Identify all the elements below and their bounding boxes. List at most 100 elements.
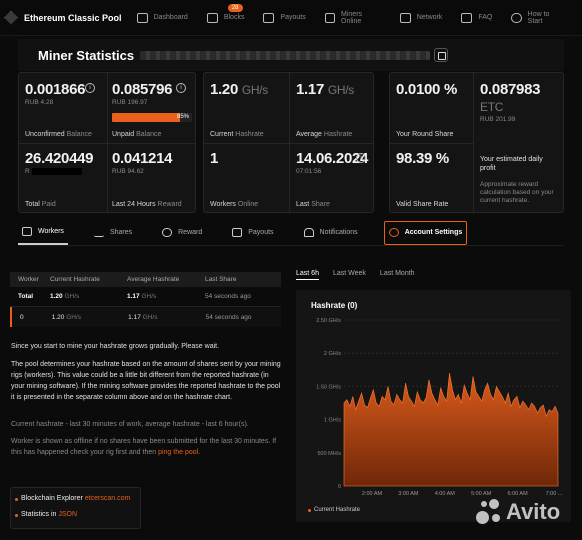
table-row[interactable]: 0 1.20 GH/s 1.17 GH/s 54 seconds ago [10,307,281,327]
x-tick-label: 3:00 AM [398,491,419,497]
label-text: Average [296,131,322,138]
label-muted: Paid [41,201,56,208]
nav-dashboard[interactable]: Dashboard [136,12,188,23]
explorer-label: Blockchain Explorer [21,495,83,502]
last-24h-reward: 0.041214 RUB 94.62 Last 24 Hours Reward [108,144,196,213]
info-icon[interactable]: i [356,153,366,163]
layers-icon [22,227,32,236]
tab-payouts[interactable]: Payouts [228,221,277,245]
current-hashrate: 1.20 GH/s Current Hashrate [204,73,289,143]
label-text: Unconfirmed [25,131,65,138]
table-row[interactable]: Total 1.20 GH/s 1.17 GH/s 54 seconds ago [10,287,281,307]
miner-header: Miner Statistics [18,39,564,71]
tab-reward[interactable]: Reward [158,221,206,245]
unpaid-progress-text: 85% [176,114,189,120]
label-text: Last [296,201,310,208]
average-hashrate-label: Average Hashrate [296,131,352,138]
ping-pool-link[interactable]: ping the pool [158,449,198,456]
hashrate-chart: Hashrate (0) 2.50 GH/s 2 GH/s 1.50 GH/s 1 G… [296,290,571,522]
unpaid-balance: 0.085796 RUB 196.97 i 85% Unpaid Balance [108,73,196,143]
value-text: 0.087983 [480,81,541,98]
etc-logo-icon [4,10,18,25]
estimated-profit-label: Your estimated daily profit [480,156,543,172]
tab-label: Account Settings [404,229,463,236]
valid-share-value: 98.39 % [396,150,449,167]
main-nav: Dashboard 28 Blocks Payouts Miners Online… [136,3,582,25]
explorer-item: Blockchain Explorer etcerscan.com [14,495,131,502]
y-tick-label: 2.50 GH/s [316,318,341,324]
unit-text: GH/s [241,83,269,97]
worker-name: Total [18,293,34,300]
label-muted: Balance [136,131,162,138]
home-icon [136,12,148,23]
json-label: Statistics in [21,511,57,518]
unpaid-value: 0.085796 [112,81,173,98]
value-text: 1.17 [127,293,140,300]
range-last-week[interactable]: Last Week [333,270,366,280]
workers-online-label: Workers Online [210,201,258,208]
estimated-profit: 0.087983 ETC RUB 201.99 Your estimated d… [474,73,564,213]
unconfirmed-value: 0.001866 [25,81,86,98]
total-paid-fiat: R [25,168,93,175]
pulse-icon [93,228,104,237]
nav-how-to-start[interactable]: How to Start [511,11,563,25]
value-text: 1.20 [210,81,238,98]
chart-plot: 2.50 GH/s 2 GH/s 1.50 GH/s 1 GH/s 500 MH/s 0 2… [316,318,563,497]
y-tick-label: 2 GH/s [324,351,341,357]
copy-icon[interactable] [434,48,449,62]
tab-notifications[interactable]: Notifications [300,221,362,245]
nav-label: How to Start [527,10,550,25]
brand[interactable]: Ethereum Classic Pool [4,10,137,25]
label-muted: Reward [157,201,182,208]
nav-network[interactable]: Network [399,12,442,23]
y-tick-label: 1.50 GH/s [316,384,341,390]
round-share: 0.0100 % Your Round Share [390,73,473,143]
unpaid-progress-fill [112,113,180,122]
info-icon[interactable]: i [85,83,95,93]
info-offline-text: Worker is shown as offline if no shares … [11,438,277,456]
tab-label: Workers [38,228,64,235]
range-last-month[interactable]: Last Month [380,270,415,280]
balance-panel: 0.001866 RUB 4.28 i Unconfirmed Balance … [18,72,196,213]
col-average-hashrate: Average Hashrate [127,276,180,283]
x-tick-label: 6:00 AM [508,491,529,497]
gear-icon [388,228,399,237]
nav-faq[interactable]: FAQ [461,12,492,23]
tab-workers[interactable]: Workers [18,221,68,245]
nav-payouts[interactable]: Payouts [263,12,306,23]
users-icon [324,12,336,23]
explorer-link[interactable]: etcerscan.com [85,495,131,502]
label-text: Current [210,131,234,138]
last-share-cell: 54 seconds ago [205,313,252,321]
nav-blocks[interactable]: 28 Blocks [206,3,244,23]
avito-wordmark: Avito [506,499,561,524]
round-share-label: Your Round Share [396,131,454,138]
tab-shares[interactable]: Shares [90,221,136,245]
hashrate-panel: 1.20 GH/s Current Hashrate 1.17 GH/s Ave… [203,72,374,213]
json-item: Statistics in JSON [14,511,77,518]
total-paid-label: Total Paid [25,201,56,208]
nav-miners-online[interactable]: Miners Online [324,11,381,25]
estimated-profit-note: Approximate reward calculation based on … [480,181,554,204]
toggle-icon [162,228,173,237]
col-last-share: Last Share [205,276,237,283]
unit-text: GH/s [327,83,355,97]
total-paid-fiat-text: R [25,168,30,176]
unpaid-fiat: RUB 196.97 [112,99,148,106]
unpaid-label: Unpaid Balance [112,131,161,138]
average-hashrate-cell: 1.17 GH/s [127,293,205,300]
label-text: Last 24 Hours [112,201,156,208]
label-muted: Share [311,201,330,208]
payouts-icon [263,12,275,23]
last-share-cell: 54 seconds ago [205,293,251,300]
last-share-time: 07:01:56 [296,168,322,175]
tab-label: Notifications [319,229,358,236]
info-icon[interactable]: i [176,83,186,93]
range-last-6h[interactable]: Last 6h [296,270,319,280]
json-link[interactable]: JSON [58,511,77,518]
valid-share-label: Valid Share Rate [396,201,449,208]
nav-label: Payouts [280,14,306,21]
label-muted: Online [237,201,259,208]
tab-account-settings[interactable]: Account Settings [383,220,468,245]
faq-icon [461,12,473,23]
